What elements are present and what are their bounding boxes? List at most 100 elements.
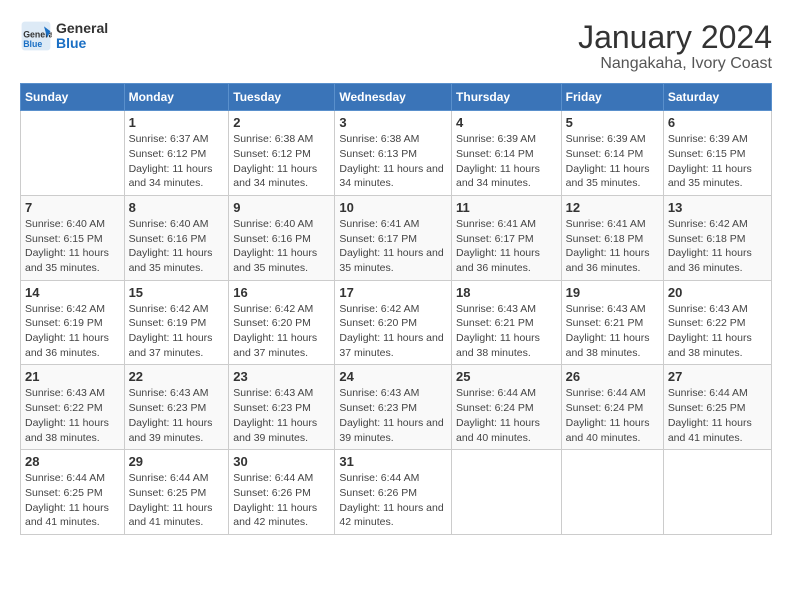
calendar-cell: 25Sunrise: 6:44 AMSunset: 6:24 PMDayligh… xyxy=(452,365,562,450)
day-number: 30 xyxy=(233,454,330,469)
calendar-table: SundayMondayTuesdayWednesdayThursdayFrid… xyxy=(20,83,772,535)
day-number: 28 xyxy=(25,454,120,469)
calendar-cell: 29 Sunrise: 6:44 AMSunset: 6:25 PMDayligh… xyxy=(124,450,229,535)
calendar-cell: 24Sunrise: 6:43 AMSunset: 6:23 PMDayligh… xyxy=(335,365,452,450)
day-info: Sunrise: 6:43 AMSunset: 6:23 PMDaylight:… xyxy=(233,386,330,445)
calendar-header-row: SundayMondayTuesdayWednesdayThursdayFrid… xyxy=(21,84,772,111)
day-info: Sunrise: 6:41 AMSunset: 6:17 PMDaylight:… xyxy=(456,217,557,276)
calendar-cell: 21Sunrise: 6:43 AMSunset: 6:22 PMDayligh… xyxy=(21,365,125,450)
day-info: Sunrise: 6:42 AMSunset: 6:20 PMDaylight:… xyxy=(339,302,447,361)
calendar-cell: 31 Sunrise: 6:44 AMSunset: 6:26 PMDayligh… xyxy=(335,450,452,535)
day-info: Sunrise: 6:38 AMSunset: 6:12 PMDaylight:… xyxy=(233,132,330,191)
svg-text:Blue: Blue xyxy=(23,39,42,49)
day-info: Sunrise: 6:39 AMSunset: 6:14 PMDaylight:… xyxy=(566,132,659,191)
day-info: Sunrise: 6:42 AMSunset: 6:19 PMDaylight:… xyxy=(25,302,120,361)
calendar-cell: 12Sunrise: 6:41 AMSunset: 6:18 PMDayligh… xyxy=(561,195,663,280)
logo: General Blue General Blue xyxy=(20,20,108,52)
day-number: 11 xyxy=(456,200,557,215)
calendar-cell: 17 Sunrise: 6:42 AMSunset: 6:20 PMDayligh… xyxy=(335,280,452,365)
day-info: Sunrise: 6:40 AMSunset: 6:16 PMDaylight:… xyxy=(129,217,225,276)
calendar-cell xyxy=(452,450,562,535)
day-number: 14 xyxy=(25,285,120,300)
logo-icon: General Blue xyxy=(20,20,52,52)
calendar-cell: 10Sunrise: 6:41 AMSunset: 6:17 PMDayligh… xyxy=(335,195,452,280)
day-info: Sunrise: 6:44 AMSunset: 6:25 PMDaylight:… xyxy=(129,471,225,530)
header-wednesday: Wednesday xyxy=(335,84,452,111)
calendar-title: January 2024 xyxy=(578,20,772,55)
title-block: January 2024 Nangakaha, Ivory Coast xyxy=(578,20,772,73)
header-sunday: Sunday xyxy=(21,84,125,111)
calendar-cell: 8 Sunrise: 6:40 AMSunset: 6:16 PMDaylight… xyxy=(124,195,229,280)
day-info: Sunrise: 6:37 AMSunset: 6:12 PMDaylight:… xyxy=(129,132,225,191)
calendar-cell xyxy=(21,111,125,196)
day-number: 2 xyxy=(233,115,330,130)
day-number: 27 xyxy=(668,369,767,384)
calendar-cell: 23 Sunrise: 6:43 AMSunset: 6:23 PMDayligh… xyxy=(229,365,335,450)
day-number: 15 xyxy=(129,285,225,300)
header-friday: Friday xyxy=(561,84,663,111)
calendar-cell xyxy=(663,450,771,535)
day-number: 3 xyxy=(339,115,447,130)
calendar-cell: 4Sunrise: 6:39 AMSunset: 6:14 PMDaylight… xyxy=(452,111,562,196)
day-number: 8 xyxy=(129,200,225,215)
week-row-1: 1 Sunrise: 6:37 AMSunset: 6:12 PMDaylight… xyxy=(21,111,772,196)
day-info: Sunrise: 6:43 AMSunset: 6:21 PMDaylight:… xyxy=(566,302,659,361)
day-number: 10 xyxy=(339,200,447,215)
calendar-cell: 14 Sunrise: 6:42 AMSunset: 6:19 PMDayligh… xyxy=(21,280,125,365)
calendar-cell: 30Sunrise: 6:44 AMSunset: 6:26 PMDayligh… xyxy=(229,450,335,535)
calendar-cell: 15 Sunrise: 6:42 AMSunset: 6:19 PMDayligh… xyxy=(124,280,229,365)
day-number: 20 xyxy=(668,285,767,300)
day-number: 21 xyxy=(25,369,120,384)
calendar-cell: 3 Sunrise: 6:38 AMSunset: 6:13 PMDaylight… xyxy=(335,111,452,196)
header-tuesday: Tuesday xyxy=(229,84,335,111)
day-number: 23 xyxy=(233,369,330,384)
calendar-cell: 22 Sunrise: 6:43 AMSunset: 6:23 PMDayligh… xyxy=(124,365,229,450)
day-number: 17 xyxy=(339,285,447,300)
calendar-cell: 20 Sunrise: 6:43 AMSunset: 6:22 PMDayligh… xyxy=(663,280,771,365)
day-info: Sunrise: 6:43 AMSunset: 6:23 PMDaylight:… xyxy=(129,386,225,445)
day-number: 19 xyxy=(566,285,659,300)
day-info: Sunrise: 6:42 AMSunset: 6:19 PMDaylight:… xyxy=(129,302,225,361)
day-info: Sunrise: 6:44 AMSunset: 6:25 PMDaylight:… xyxy=(668,386,767,445)
week-row-4: 21Sunrise: 6:43 AMSunset: 6:22 PMDayligh… xyxy=(21,365,772,450)
day-number: 13 xyxy=(668,200,767,215)
calendar-subtitle: Nangakaha, Ivory Coast xyxy=(578,55,772,73)
day-number: 12 xyxy=(566,200,659,215)
day-info: Sunrise: 6:39 AMSunset: 6:14 PMDaylight:… xyxy=(456,132,557,191)
day-info: Sunrise: 6:43 AMSunset: 6:23 PMDaylight:… xyxy=(339,386,447,445)
week-row-5: 28 Sunrise: 6:44 AMSunset: 6:25 PMDayligh… xyxy=(21,450,772,535)
calendar-cell: 19 Sunrise: 6:43 AMSunset: 6:21 PMDayligh… xyxy=(561,280,663,365)
calendar-cell: 27 Sunrise: 6:44 AMSunset: 6:25 PMDayligh… xyxy=(663,365,771,450)
calendar-cell: 7Sunrise: 6:40 AMSunset: 6:15 PMDaylight… xyxy=(21,195,125,280)
day-number: 29 xyxy=(129,454,225,469)
day-info: Sunrise: 6:39 AMSunset: 6:15 PMDaylight:… xyxy=(668,132,767,191)
day-info: Sunrise: 6:42 AMSunset: 6:20 PMDaylight:… xyxy=(233,302,330,361)
day-info: Sunrise: 6:44 AMSunset: 6:24 PMDaylight:… xyxy=(566,386,659,445)
day-number: 18 xyxy=(456,285,557,300)
day-info: Sunrise: 6:40 AMSunset: 6:16 PMDaylight:… xyxy=(233,217,330,276)
week-row-2: 7Sunrise: 6:40 AMSunset: 6:15 PMDaylight… xyxy=(21,195,772,280)
day-number: 16 xyxy=(233,285,330,300)
calendar-cell: 6Sunrise: 6:39 AMSunset: 6:15 PMDaylight… xyxy=(663,111,771,196)
calendar-cell: 28 Sunrise: 6:44 AMSunset: 6:25 PMDayligh… xyxy=(21,450,125,535)
day-info: Sunrise: 6:44 AMSunset: 6:25 PMDaylight:… xyxy=(25,471,120,530)
day-number: 31 xyxy=(339,454,447,469)
header-monday: Monday xyxy=(124,84,229,111)
day-number: 25 xyxy=(456,369,557,384)
calendar-cell: 18Sunrise: 6:43 AMSunset: 6:21 PMDayligh… xyxy=(452,280,562,365)
day-info: Sunrise: 6:43 AMSunset: 6:22 PMDaylight:… xyxy=(668,302,767,361)
day-number: 1 xyxy=(129,115,225,130)
calendar-cell: 13 Sunrise: 6:42 AMSunset: 6:18 PMDayligh… xyxy=(663,195,771,280)
day-number: 9 xyxy=(233,200,330,215)
week-row-3: 14 Sunrise: 6:42 AMSunset: 6:19 PMDayligh… xyxy=(21,280,772,365)
day-info: Sunrise: 6:44 AMSunset: 6:26 PMDaylight:… xyxy=(339,471,447,530)
day-number: 22 xyxy=(129,369,225,384)
day-number: 26 xyxy=(566,369,659,384)
day-info: Sunrise: 6:42 AMSunset: 6:18 PMDaylight:… xyxy=(668,217,767,276)
day-info: Sunrise: 6:38 AMSunset: 6:13 PMDaylight:… xyxy=(339,132,447,191)
page-header: General Blue General Blue January 2024 N… xyxy=(20,20,772,73)
calendar-cell: 26 Sunrise: 6:44 AMSunset: 6:24 PMDayligh… xyxy=(561,365,663,450)
header-saturday: Saturday xyxy=(663,84,771,111)
calendar-cell xyxy=(561,450,663,535)
day-number: 5 xyxy=(566,115,659,130)
